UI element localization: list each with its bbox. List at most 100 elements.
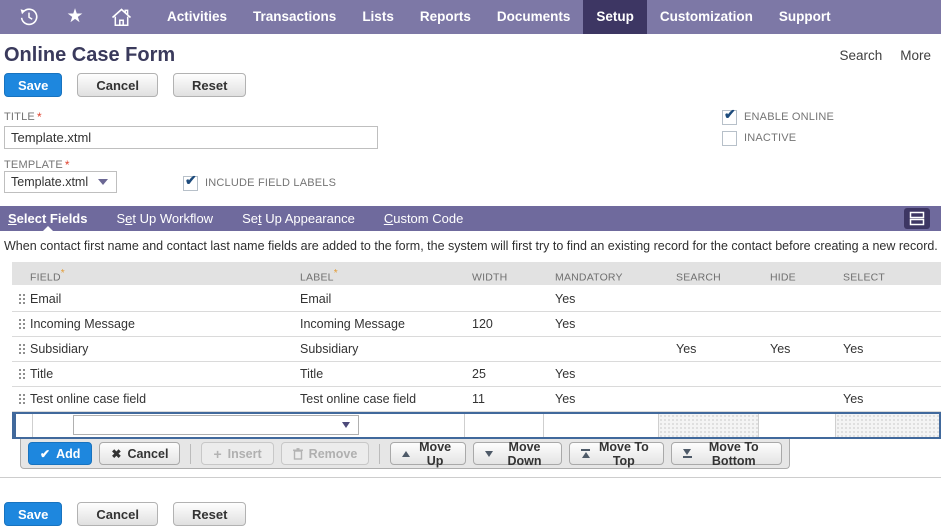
drag-handle-icon (19, 319, 21, 321)
stacked-rows-icon (909, 211, 925, 226)
edit-row-select-cell (835, 414, 939, 437)
column-header-select: SELECT (843, 271, 886, 284)
tab-custom-code[interactable]: Custom Code (384, 206, 463, 231)
home-icon[interactable] (110, 6, 132, 28)
include-field-labels-row: ✔ INCLUDE FIELD LABELS (183, 172, 337, 191)
nav-item-transactions[interactable]: Transactions (240, 0, 349, 34)
star-icon[interactable]: ★ (64, 6, 86, 28)
top-nav: ★ Activities Transactions Lists Reports Docu… (0, 0, 941, 34)
title-input[interactable] (4, 126, 378, 149)
cancel-button[interactable]: Cancel (77, 502, 159, 526)
search-link[interactable]: Search (839, 48, 882, 63)
header-links: Search More (839, 48, 931, 63)
move-to-bottom-button[interactable]: Move To Bottom (670, 440, 783, 468)
toolbar-divider (379, 443, 381, 464)
reset-button[interactable]: Reset (173, 502, 247, 526)
cancel-button[interactable]: Cancel (77, 73, 159, 97)
save-button[interactable]: Save (4, 502, 63, 526)
subtab-bar: Select Fields Set Up Workflow Set Up Appea… (0, 206, 941, 231)
tab-set-up-workflow[interactable]: Set Up Workflow (116, 206, 213, 231)
tab-select-fields[interactable]: Select Fields (8, 206, 87, 231)
field-select[interactable] (73, 415, 359, 435)
cell-search: Yes (676, 342, 697, 356)
drag-handle[interactable] (12, 387, 28, 411)
nav-item-lists[interactable]: Lists (349, 0, 407, 34)
cell-select (837, 362, 941, 386)
cell-search (660, 362, 760, 386)
column-header-mandatory: MANDATORY (555, 271, 623, 284)
cell-mandatory: Yes (555, 317, 576, 331)
edit-row-mandatory-cell[interactable] (543, 414, 658, 437)
cell-mandatory: Yes (555, 292, 576, 306)
move-to-bottom-icon (682, 449, 692, 458)
required-asterisk: * (36, 110, 42, 124)
cell-field: Title (30, 367, 54, 381)
cell-search (660, 312, 760, 336)
include-field-labels-checkbox[interactable]: ✔ (183, 172, 198, 191)
cell-search (660, 287, 760, 311)
cell-field: Email (30, 292, 62, 306)
toggle-sublist-view-button[interactable] (904, 208, 930, 229)
cell-mandatory (545, 337, 660, 361)
title-field-label: TITLE * (4, 110, 42, 124)
table-header: FIELD* LABEL* WIDTH MANDATORY SEARCH HID… (12, 262, 941, 285)
cell-label: Subsidiary (300, 342, 359, 356)
table-row[interactable]: Test online case field Test online case … (12, 387, 941, 412)
handle-column-spacer (12, 262, 28, 290)
insert-row-button[interactable]: + Insert (201, 442, 274, 465)
online-case-form-page: ★ Activities Transactions Lists Reports Docu… (0, 0, 941, 529)
cell-label: Email (300, 292, 332, 306)
cancel-row-button[interactable]: ✖ Cancel (99, 442, 181, 465)
template-select[interactable]: Template.xtml (4, 171, 117, 193)
drag-handle-icon (19, 294, 21, 296)
table-row[interactable]: Title Title 25 Yes (12, 362, 941, 387)
nav-item-activities[interactable]: Activities (154, 0, 240, 34)
cell-mandatory: Yes (555, 367, 576, 381)
inactive-checkbox[interactable]: ✔ (722, 130, 737, 146)
drag-handle[interactable] (12, 337, 28, 361)
edit-row-handle-cell (16, 414, 32, 437)
move-up-button[interactable]: Move Up (390, 440, 466, 468)
nav-item-setup[interactable]: Setup (583, 0, 647, 34)
tab-set-up-appearance[interactable]: Set Up Appearance (242, 206, 355, 231)
cell-width (466, 337, 545, 361)
edit-row-hide-cell[interactable] (758, 414, 835, 437)
nav-item-customization[interactable]: Customization (647, 0, 766, 34)
history-icon[interactable] (18, 6, 40, 28)
column-header-label: LABEL* (300, 268, 338, 284)
nav-item-support[interactable]: Support (766, 0, 844, 34)
drag-handle[interactable] (12, 362, 28, 386)
move-down-button[interactable]: Move Down (472, 440, 563, 468)
move-to-top-button[interactable]: Move To Top (569, 440, 664, 468)
cell-select (837, 312, 941, 336)
table-row[interactable]: Email Email Yes (12, 287, 941, 312)
nav-item-documents[interactable]: Documents (484, 0, 584, 34)
add-row-button[interactable]: ✔ Add (28, 442, 93, 465)
cell-mandatory: Yes (555, 392, 576, 406)
cell-hide (760, 312, 837, 336)
fields-sublist: FIELD* LABEL* WIDTH MANDATORY SEARCH HID… (12, 262, 941, 469)
trash-icon (292, 447, 303, 460)
drag-handle[interactable] (12, 312, 28, 336)
cell-width: 25 (472, 367, 486, 381)
cell-select: Yes (843, 342, 864, 356)
save-button[interactable]: Save (4, 73, 63, 97)
table-row[interactable]: Incoming Message Incoming Message 120 Ye… (12, 312, 941, 337)
cell-field: Test online case field (30, 392, 147, 406)
enable-online-checkbox[interactable]: ✔ (722, 106, 737, 125)
drag-handle-icon (19, 394, 21, 396)
cell-select: Yes (843, 392, 864, 406)
more-link[interactable]: More (900, 48, 931, 63)
include-field-labels-label: INCLUDE FIELD LABELS (205, 177, 337, 189)
column-header-hide: HIDE (770, 271, 796, 284)
edit-row-width-cell[interactable] (464, 414, 543, 437)
remove-row-button[interactable]: Remove (280, 442, 370, 465)
cell-label: Test online case field (300, 392, 417, 406)
enable-online-row: ✔ ENABLE ONLINE (722, 106, 834, 125)
nav-item-reports[interactable]: Reports (407, 0, 484, 34)
cell-search (660, 387, 760, 411)
drag-handle[interactable] (12, 287, 28, 311)
check-icon: ✔ (724, 105, 736, 122)
table-row[interactable]: Subsidiary Subsidiary Yes Yes Yes (12, 337, 941, 362)
reset-button[interactable]: Reset (173, 73, 247, 97)
